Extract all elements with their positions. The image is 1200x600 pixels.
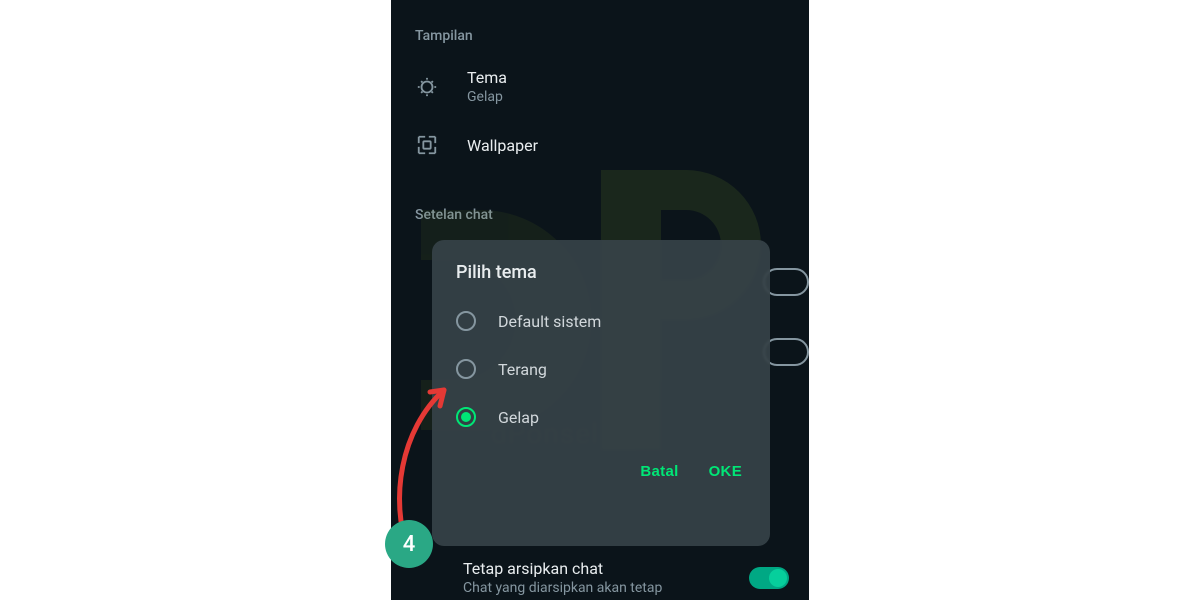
- theme-icon: [415, 75, 439, 99]
- radio-icon: [456, 311, 476, 331]
- step-badge: 4: [385, 520, 433, 568]
- section-header-chat: Setelan chat: [391, 171, 809, 233]
- wallpaper-icon: [415, 133, 439, 157]
- archive-toggle-on[interactable]: [749, 567, 789, 589]
- radio-option-dark[interactable]: Gelap: [432, 393, 770, 441]
- ok-button[interactable]: OKE: [709, 463, 742, 480]
- radio-icon: [456, 359, 476, 379]
- radio-option-default[interactable]: Default sistem: [432, 297, 770, 345]
- dialog-title: Pilih tema: [432, 262, 770, 297]
- radio-label-default: Default sistem: [498, 312, 601, 331]
- setting-theme[interactable]: Tema Gelap: [391, 54, 809, 119]
- setting-wallpaper[interactable]: Wallpaper: [391, 119, 809, 171]
- radio-label-light: Terang: [498, 360, 547, 379]
- archive-subtitle: Chat yang diarsipkan akan tetap: [463, 580, 729, 596]
- section-header-display: Tampilan: [391, 0, 809, 54]
- radio-label-dark: Gelap: [498, 408, 539, 427]
- cancel-button[interactable]: Batal: [640, 463, 678, 480]
- setting-theme-title: Tema: [467, 68, 785, 87]
- archive-title: Tetap arsipkan chat: [463, 559, 729, 578]
- setting-wallpaper-title: Wallpaper: [467, 136, 785, 155]
- dialog-actions: Batal OKE: [432, 441, 770, 488]
- theme-dialog: Pilih tema Default sistem Terang Gelap B…: [432, 240, 770, 546]
- setting-theme-value: Gelap: [467, 89, 785, 105]
- step-number: 4: [403, 532, 416, 557]
- phone-screen: dPonsel Tampilan Tema Gelap Wallpaper Se…: [391, 0, 809, 600]
- setting-archive[interactable]: Tetap arsipkan chat Chat yang diarsipkan…: [391, 549, 809, 600]
- radio-icon-selected: [456, 407, 476, 427]
- radio-option-light[interactable]: Terang: [432, 345, 770, 393]
